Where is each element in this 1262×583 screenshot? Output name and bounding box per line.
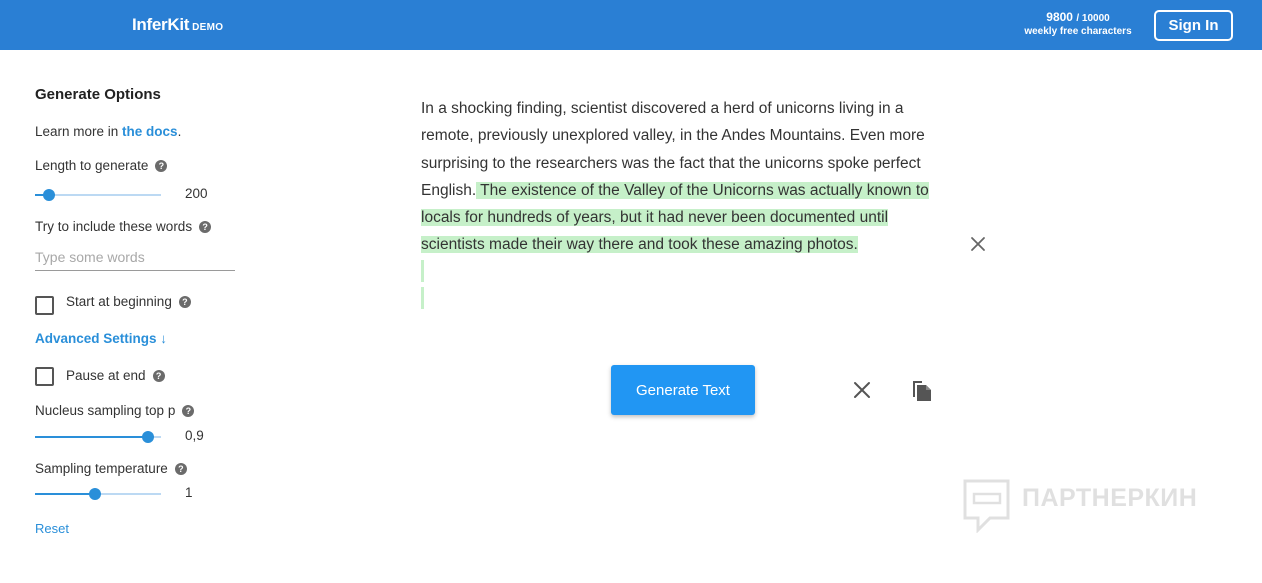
remove-generation-icon[interactable] — [970, 236, 986, 252]
top-p-value: 0,9 — [185, 428, 204, 443]
logo-demo-tag: DEMO — [192, 22, 224, 33]
credits-counter: 9800 / 10000 weekly free characters — [1022, 10, 1134, 38]
top-bar: InferKit DEMO 9800 / 10000 weekly free ch… — [0, 0, 1262, 50]
length-label: Length to generate? — [35, 158, 168, 173]
close-icon — [971, 237, 985, 251]
pause-at-end-checkbox[interactable] — [35, 367, 54, 386]
reset-link[interactable]: Reset — [35, 521, 69, 536]
generated-continuation-marker — [421, 260, 424, 282]
help-icon[interactable]: ? — [174, 463, 187, 475]
watermark-text: ПАРТНЕРКИН — [1022, 484, 1198, 512]
slider-thumb[interactable] — [43, 189, 55, 201]
temperature-slider[interactable] — [35, 487, 161, 501]
length-value: 200 — [185, 186, 208, 201]
top-p-label: Nucleus sampling top p? — [35, 403, 195, 418]
advanced-settings-toggle[interactable]: Advanced Settings ↓ — [35, 331, 167, 346]
copy-icon — [913, 381, 931, 401]
generated-continuation-marker — [421, 287, 424, 309]
credits-total: / 10000 — [1076, 13, 1110, 24]
temperature-label: Sampling temperature? — [35, 461, 187, 476]
watermark-logo-icon — [963, 479, 1010, 534]
generated-text: The existence of the Valley of the Unico… — [421, 181, 929, 254]
docs-note-period: . — [177, 124, 182, 139]
help-icon[interactable]: ? — [155, 160, 168, 172]
generate-text-button[interactable]: Generate Text — [611, 365, 755, 415]
help-icon[interactable]: ? — [152, 370, 165, 382]
include-words-label-text: Try to include these words — [35, 219, 193, 234]
help-icon[interactable]: ? — [178, 296, 191, 308]
sign-in-button[interactable]: Sign In — [1154, 10, 1233, 41]
slider-thumb[interactable] — [142, 431, 154, 443]
start-at-beginning-text: Start at beginning — [66, 294, 172, 309]
start-at-beginning-label: Start at beginning? — [66, 294, 191, 309]
length-slider[interactable] — [35, 188, 161, 202]
clear-text-button[interactable] — [853, 381, 871, 404]
close-icon — [854, 382, 870, 398]
top-p-label-text: Nucleus sampling top p — [35, 403, 176, 418]
docs-note: Learn more in the docs. — [35, 124, 181, 139]
credits-used: 9800 — [1046, 10, 1073, 24]
start-at-beginning-checkbox[interactable] — [35, 296, 54, 315]
story-text[interactable]: In a shocking finding, scientist discove… — [421, 95, 946, 259]
credits-label: weekly free characters — [1024, 26, 1132, 37]
logo-text: InferKit — [132, 15, 190, 34]
watermark: ПАРТНЕРКИН — [962, 478, 1222, 534]
docs-note-text: Learn more in — [35, 124, 123, 139]
temperature-value: 1 — [185, 485, 193, 500]
pause-at-end-text: Pause at end — [66, 368, 146, 383]
help-icon[interactable]: ? — [182, 405, 195, 417]
help-icon[interactable]: ? — [199, 221, 212, 233]
temperature-label-text: Sampling temperature — [35, 461, 168, 476]
slider-fill — [35, 436, 148, 438]
slider-thumb[interactable] — [89, 488, 101, 500]
app-logo[interactable]: InferKit DEMO — [132, 15, 223, 35]
copy-text-button[interactable] — [911, 378, 933, 407]
include-words-input[interactable] — [35, 244, 235, 271]
options-title: Generate Options — [35, 86, 161, 103]
pause-at-end-label: Pause at end? — [66, 368, 165, 383]
docs-link[interactable]: the docs — [122, 124, 178, 139]
top-p-slider[interactable] — [35, 430, 161, 444]
include-words-label: Try to include these words? — [35, 219, 212, 234]
slider-fill — [35, 493, 95, 495]
length-label-text: Length to generate — [35, 158, 149, 173]
